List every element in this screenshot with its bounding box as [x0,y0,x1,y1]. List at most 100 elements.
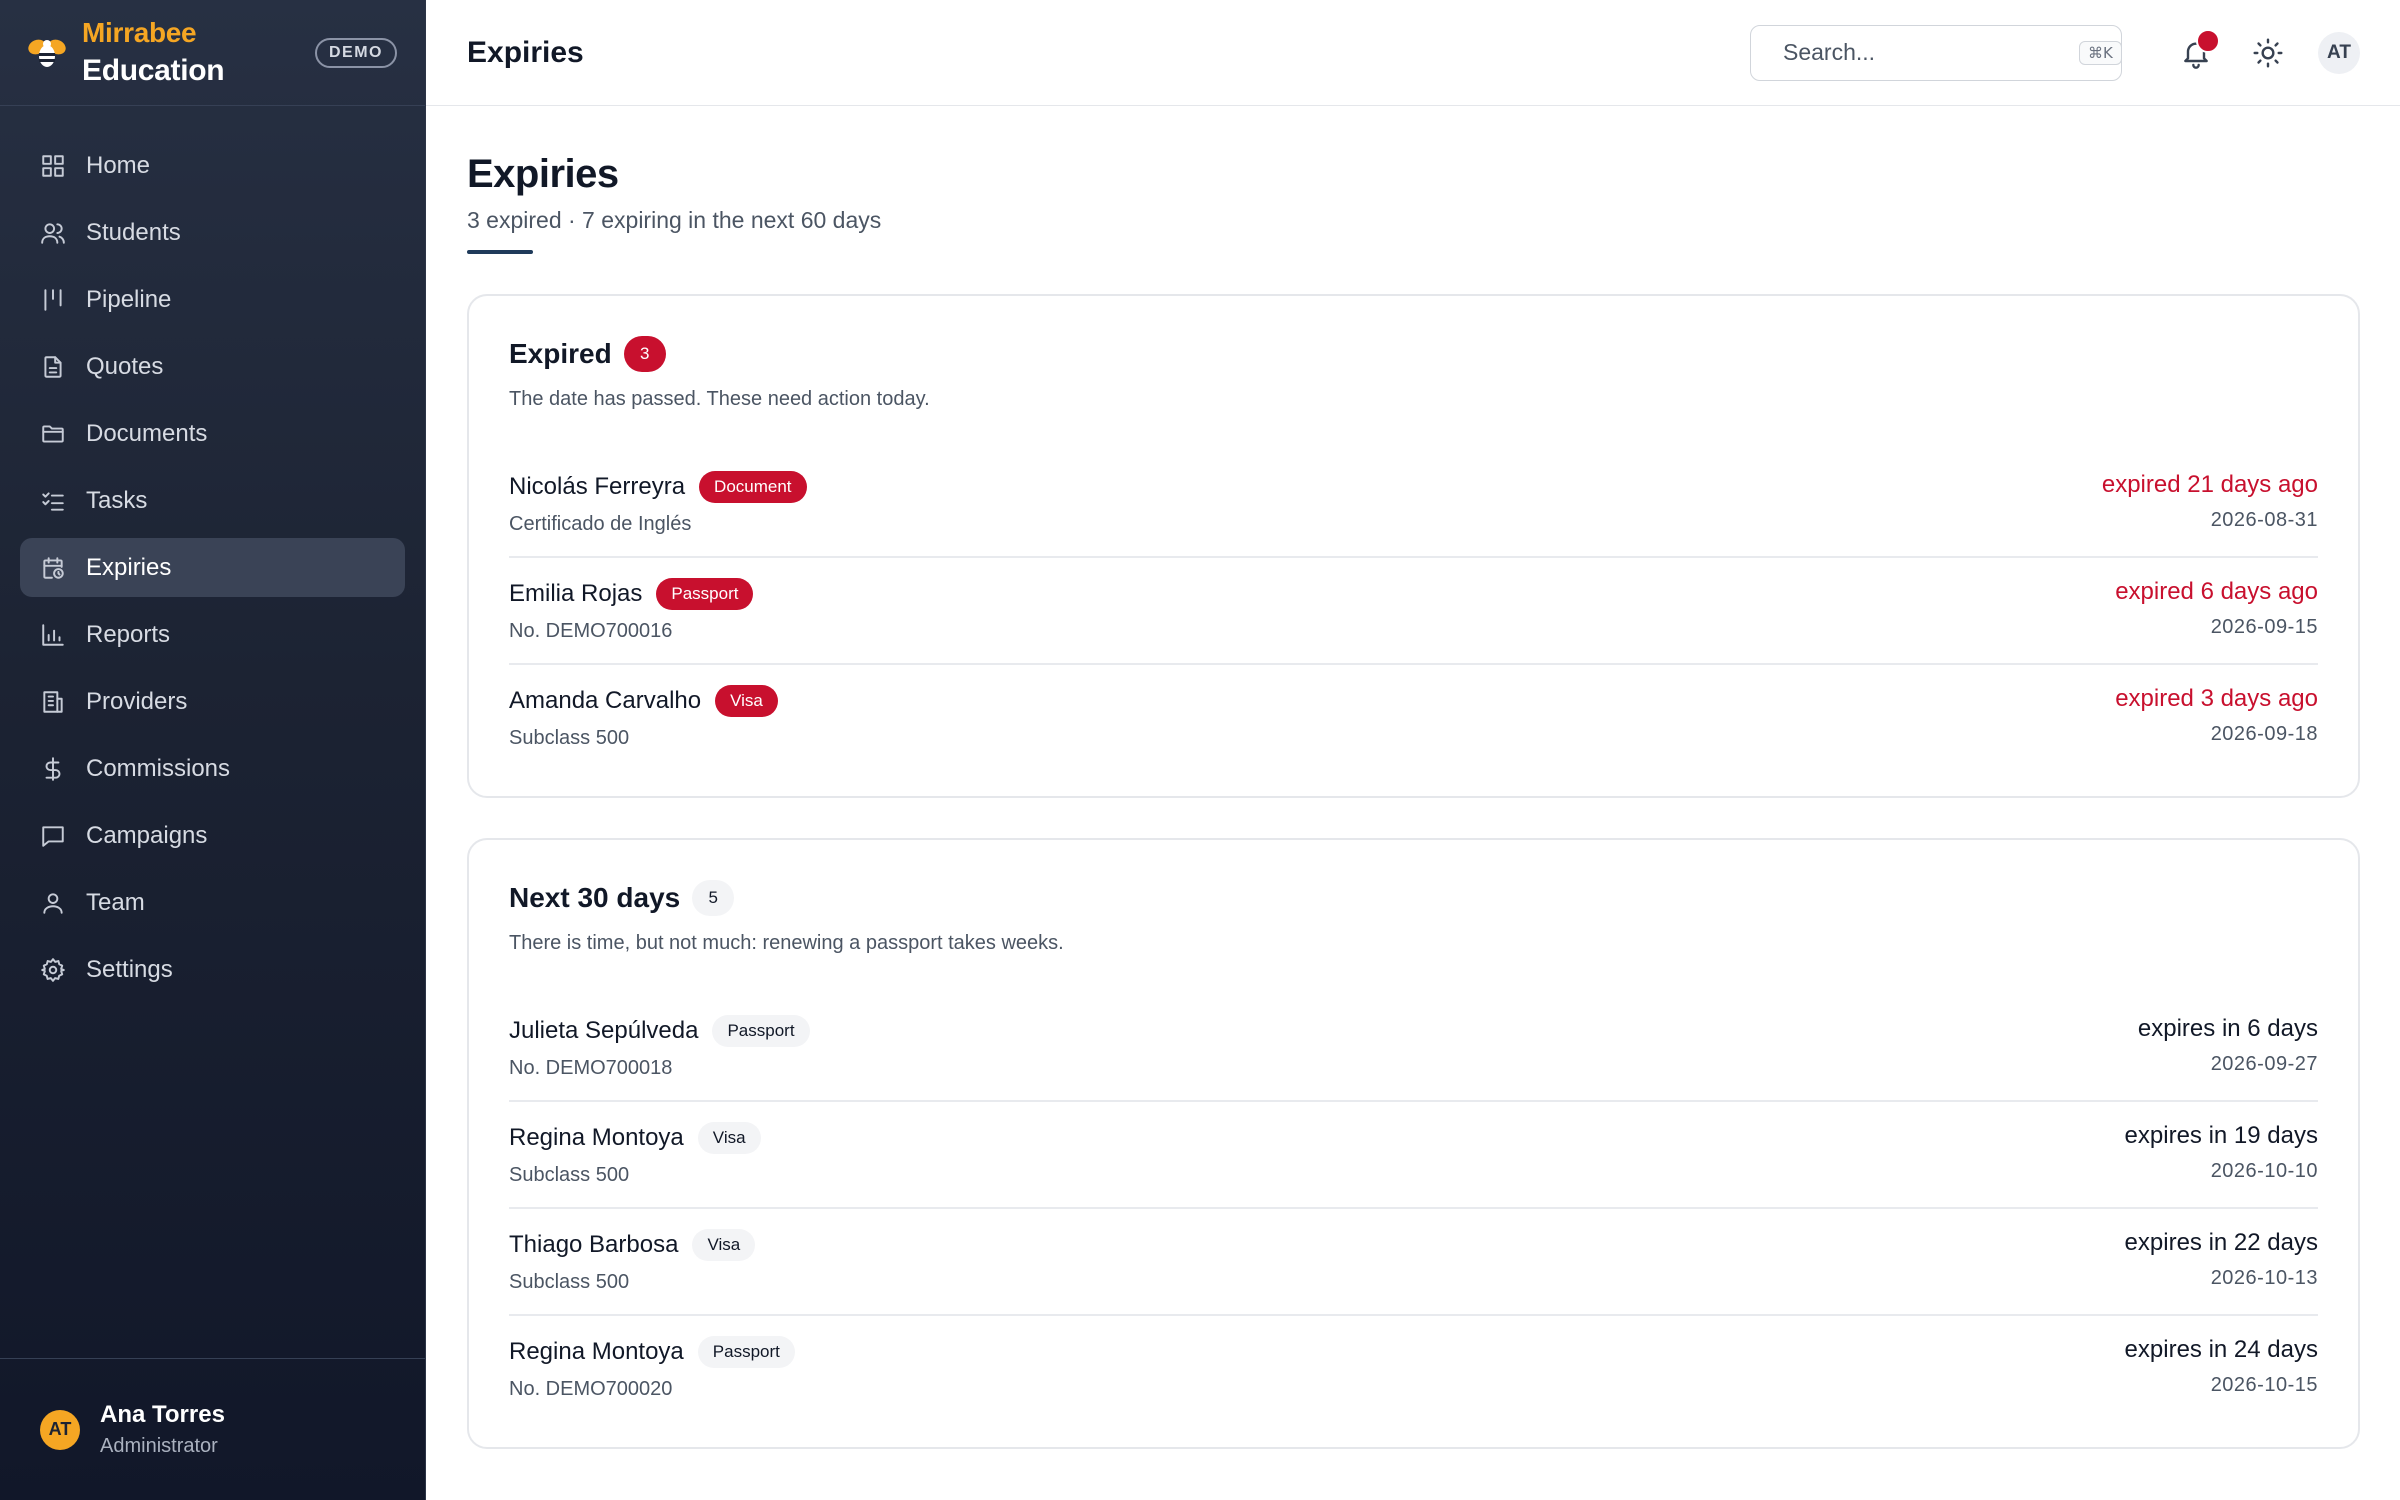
student-name: Amanda Carvalho [509,687,702,714]
sidebar-item-label: Documents [86,419,208,447]
list-item[interactable]: Amanda Carvalho Visa Subclass 500 expire… [509,665,2318,772]
next-30-days-section: Next 30 days 5 There is time, but not mu… [467,838,2360,1449]
sidebar-item-pipeline[interactable]: Pipeline [20,270,405,329]
section-title: Expired [509,338,612,369]
doc-type-tag: Document [699,471,807,503]
topbar-title: Expiries [467,35,584,69]
sidebar-item-label: Team [86,888,145,916]
sidebar-nav: Home Students Pipeline Quotes Documents … [0,106,425,1358]
expiry-status: expired 21 days ago [2101,471,2318,498]
expiry-date: 2026-10-13 [2210,1267,2318,1289]
sun-icon [2253,37,2283,68]
dollar-icon [40,756,66,782]
search-box[interactable]: ⌘K [1750,24,2122,81]
sidebar-item-settings[interactable]: Settings [20,940,405,999]
doc-type-tag: Visa [715,685,778,717]
section-description: The date has passed. These need action t… [509,388,930,410]
section-title: Next 30 days [509,882,681,913]
doc-type-tag: Visa [692,1229,756,1261]
student-name: Regina Montoya [509,1338,684,1365]
sidebar-item-label: Quotes [86,352,164,380]
sidebar-user[interactable]: AT Ana Torres Administrator [0,1358,425,1500]
sidebar-item-label: Tasks [86,486,148,514]
user-role: Administrator [100,1435,218,1457]
topbar: Expiries ⌘K AT [426,0,2400,106]
doc-type-tag: Passport [697,1336,795,1368]
sidebar-item-commissions[interactable]: Commissions [20,739,405,798]
expiry-status: expired 6 days ago [2115,578,2318,605]
expiry-status: expires in 6 days [2137,1015,2318,1042]
sidebar-item-tasks[interactable]: Tasks [20,471,405,530]
sidebar-item-students[interactable]: Students [20,203,405,262]
expiry-date: 2026-09-18 [2210,723,2318,745]
sidebar-item-quotes[interactable]: Quotes [20,337,405,396]
sidebar: Mirrabee Education DEMO Home Students Pi… [0,0,426,1500]
title-underline [467,250,533,254]
student-name: Nicolás Ferreyra [509,473,686,500]
doc-detail: Certificado de Inglés [509,513,692,535]
expiry-status: expires in 24 days [2124,1336,2318,1363]
notifications-button[interactable] [2172,28,2220,77]
checklist-icon [40,488,66,514]
section-description: There is time, but not much: renewing a … [509,932,1064,954]
user-icon [40,890,66,916]
gear-icon [40,957,66,983]
avatar: AT [40,1409,80,1450]
list-item[interactable]: Regina Montoya Passport No. DEMO700020 e… [509,1316,2318,1423]
doc-detail: No. DEMO700018 [509,1057,673,1079]
list-item[interactable]: Regina Montoya Visa Subclass 500 expires… [509,1102,2318,1209]
sidebar-item-expiries[interactable]: Expiries [20,538,405,597]
folder-icon [40,421,66,447]
sidebar-item-providers[interactable]: Providers [20,672,405,731]
student-name: Emilia Rojas [509,580,643,607]
message-icon [40,823,66,849]
users-icon [40,220,66,246]
theme-toggle-button[interactable] [2244,29,2292,77]
student-name: Thiago Barbosa [509,1231,679,1258]
search-shortcut: ⌘K [2079,40,2122,65]
sidebar-item-team[interactable]: Team [20,873,405,932]
sidebar-item-home[interactable]: Home [20,136,405,195]
expiry-date: 2026-08-31 [2210,509,2318,531]
list-item[interactable]: Emilia Rojas Passport No. DEMO700016 exp… [509,558,2318,665]
user-name: Ana Torres [100,1401,225,1428]
count-badge: 3 [623,336,666,372]
doc-detail: Subclass 500 [509,1164,630,1186]
bar-chart-icon [40,622,66,648]
search-input[interactable] [1783,39,2079,66]
sidebar-item-label: Settings [86,955,173,983]
doc-detail: Subclass 500 [509,1271,630,1293]
user-avatar-button[interactable]: AT [2318,31,2360,74]
sidebar-item-label: Reports [86,620,171,648]
brand[interactable]: Mirrabee Education DEMO [0,0,425,106]
list-item[interactable]: Thiago Barbosa Visa Subclass 500 expires… [509,1209,2318,1316]
sidebar-item-label: Pipeline [86,285,172,313]
doc-detail: No. DEMO700016 [509,620,673,642]
grid-icon [40,153,66,179]
expiry-date: 2026-10-10 [2210,1160,2318,1182]
student-name: Regina Montoya [509,1124,684,1151]
notification-dot [2196,28,2220,53]
count-badge: 5 [692,880,735,916]
page-subtitle: 3 expired · 7 expiring in the next 60 da… [467,207,882,233]
demo-badge: DEMO [315,37,397,68]
building-icon [40,689,66,715]
sidebar-item-label: Students [86,218,181,246]
expiry-date: 2026-10-15 [2210,1374,2318,1396]
list-item[interactable]: Nicolás Ferreyra Document Certificado de… [509,451,2318,558]
sidebar-item-reports[interactable]: Reports [20,605,405,664]
sidebar-item-label: Expiries [86,553,172,581]
sidebar-item-label: Commissions [86,754,231,782]
content: Expiries 3 expired · 7 expiring in the n… [426,106,2400,1500]
doc-type-tag: Visa [697,1122,761,1154]
doc-type-tag: Passport [656,578,754,610]
sidebar-item-label: Providers [86,687,188,715]
expiry-date: 2026-09-15 [2210,616,2318,638]
sidebar-item-documents[interactable]: Documents [20,404,405,463]
doc-detail: No. DEMO700020 [509,1378,673,1400]
expiry-status: expires in 19 days [2124,1122,2318,1149]
file-text-icon [40,354,66,380]
sidebar-item-campaigns[interactable]: Campaigns [20,806,405,865]
page-title: Expiries [467,152,619,196]
list-item[interactable]: Julieta Sepúlveda Passport No. DEMO70001… [509,995,2318,1102]
